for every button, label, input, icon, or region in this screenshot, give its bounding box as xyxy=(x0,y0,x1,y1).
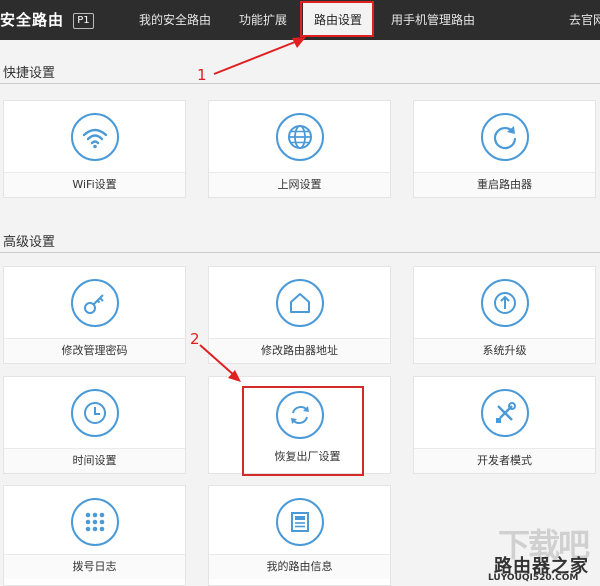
refresh-icon xyxy=(480,113,529,161)
tile-time-settings[interactable]: 时间设置 xyxy=(3,376,186,474)
tile-label: 开发者模式 xyxy=(414,448,595,473)
upgrade-arrow-icon xyxy=(480,279,529,327)
tile-internet-settings[interactable]: 上网设置 xyxy=(208,100,391,198)
nav-mobile-manage[interactable]: 用手机管理路由 xyxy=(391,0,475,40)
reset-cycle-icon xyxy=(275,391,324,439)
tile-label: 我的路由信息 xyxy=(209,554,390,579)
watermark-url: LUYOUQI520.COM xyxy=(488,573,579,583)
tools-icon xyxy=(480,389,529,437)
tile-wifi-settings[interactable]: WiFi设置 xyxy=(3,100,186,198)
section-divider xyxy=(0,252,600,253)
tile-label: 时间设置 xyxy=(4,448,185,473)
tile-change-password[interactable]: 修改管理密码 xyxy=(3,266,186,364)
tile-router-info[interactable]: 我的路由信息 xyxy=(208,485,391,586)
section-title-quick: 快捷设置 xyxy=(3,66,56,81)
brand[interactable]: 安全路由 P1 xyxy=(0,0,94,40)
brand-name: 安全路由 xyxy=(0,11,65,29)
section-divider xyxy=(0,83,600,84)
home-icon xyxy=(275,279,324,327)
tile-label: 修改管理密码 xyxy=(4,338,185,363)
nav-my-router[interactable]: 我的安全路由 xyxy=(139,0,211,40)
tile-factory-reset[interactable]: 恢复出厂设置 xyxy=(208,376,391,474)
tile-label: 拨号日志 xyxy=(4,554,185,579)
document-icon xyxy=(275,498,324,546)
nav-router-settings[interactable]: 路由设置 xyxy=(303,3,374,37)
clock-icon xyxy=(70,389,119,437)
tile-system-upgrade[interactable]: 系统升级 xyxy=(413,266,596,364)
tile-label: WiFi设置 xyxy=(4,172,185,197)
tile-reboot-router[interactable]: 重启路由器 xyxy=(413,100,596,198)
model-badge: P1 xyxy=(73,12,94,29)
tile-label: 恢复出厂设置 xyxy=(274,450,341,463)
annotation-arrow-2 xyxy=(199,344,241,382)
section-title-advanced: 高级设置 xyxy=(3,235,56,250)
annotation-arrow-1 xyxy=(213,37,306,75)
wifi-icon xyxy=(70,113,119,161)
globe-icon xyxy=(275,113,324,161)
keypad-icon xyxy=(70,498,119,546)
nav-official-site[interactable]: 去官网 xyxy=(569,0,600,40)
tile-label: 上网设置 xyxy=(209,172,390,197)
tile-developer-mode[interactable]: 开发者模式 xyxy=(413,376,596,474)
tile-label: 系统升级 xyxy=(414,338,595,363)
annotation-number-1: 1 xyxy=(197,66,207,84)
tile-dial-log[interactable]: 拨号日志 xyxy=(3,485,186,586)
key-icon xyxy=(70,279,119,327)
tile-label: 重启路由器 xyxy=(414,172,595,197)
